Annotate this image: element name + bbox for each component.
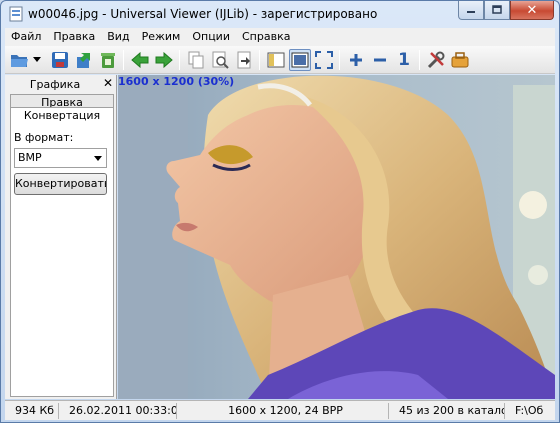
menu-help[interactable]: Справка bbox=[236, 28, 296, 46]
side-panel: Графика ✕ Правка Конвертация В формат: B… bbox=[5, 75, 117, 399]
app-icon bbox=[9, 6, 23, 22]
status-file-position: 45 из 200 в каталоге bbox=[395, 403, 505, 419]
close-icon: ✕ bbox=[526, 2, 538, 18]
tools-icon bbox=[427, 51, 445, 69]
save-button[interactable] bbox=[49, 49, 71, 71]
plugin-button[interactable] bbox=[449, 49, 471, 71]
menu-file[interactable]: Файл bbox=[5, 28, 47, 46]
fit-window-button[interactable] bbox=[289, 49, 311, 71]
zoom-in-button[interactable] bbox=[345, 49, 367, 71]
back-arrow-icon bbox=[131, 52, 149, 68]
convert-button[interactable]: Конвертировать... bbox=[14, 173, 107, 195]
chevron-down-icon bbox=[94, 156, 102, 161]
menu-options[interactable]: Опции bbox=[186, 28, 236, 46]
panel-toggle-button[interactable] bbox=[265, 49, 287, 71]
title-bar[interactable]: w00046.jpg - Universal Viewer (IJLib) - … bbox=[1, 1, 559, 27]
menu-view[interactable]: Вид bbox=[101, 28, 135, 46]
maximize-icon bbox=[492, 5, 502, 14]
tab-graphics[interactable]: Графика bbox=[10, 77, 100, 94]
maximize-button[interactable] bbox=[484, 1, 510, 20]
menu-bar: Файл Правка Вид Режим Опции Справка bbox=[5, 28, 555, 46]
toolbar-separator bbox=[123, 50, 124, 70]
print-preview-button[interactable] bbox=[209, 49, 231, 71]
forward-arrow-icon bbox=[155, 52, 173, 68]
reload-button[interactable] bbox=[73, 49, 95, 71]
panel-toggle-icon bbox=[267, 52, 285, 68]
tab-convert-label: Конвертация bbox=[23, 109, 101, 122]
tab-graphics-label: Графика bbox=[29, 78, 81, 91]
tools-button[interactable] bbox=[425, 49, 447, 71]
status-bar: 934 Кб 26.02.2011 00:33:07 1600 x 1200, … bbox=[5, 400, 555, 420]
fullscreen-icon bbox=[315, 51, 333, 69]
dropdown-arrow-icon bbox=[33, 57, 41, 62]
menu-edit[interactable]: Правка bbox=[47, 28, 101, 46]
open-dropdown-button[interactable] bbox=[31, 49, 43, 71]
app-window: w00046.jpg - Universal Viewer (IJLib) - … bbox=[0, 0, 560, 423]
copy-button[interactable] bbox=[185, 49, 207, 71]
convert-button-label: Конвертировать... bbox=[15, 177, 106, 190]
image-info-overlay: 1600 x 1200 (30%) bbox=[118, 75, 235, 88]
original-size-icon: 1 bbox=[398, 50, 410, 70]
export-icon bbox=[237, 51, 251, 69]
panel-close-button[interactable]: ✕ bbox=[102, 77, 114, 89]
image-viewer[interactable]: 1600 x 1200 (30%) bbox=[118, 75, 555, 399]
copy-icon bbox=[188, 51, 204, 69]
reload-icon bbox=[77, 53, 90, 68]
close-button[interactable]: ✕ bbox=[510, 1, 554, 20]
photo-image bbox=[118, 75, 555, 399]
save-icon bbox=[52, 52, 68, 68]
status-file-size: 934 Кб bbox=[11, 403, 59, 419]
close-icon: ✕ bbox=[102, 76, 114, 90]
back-button[interactable] bbox=[129, 49, 151, 71]
status-file-date: 26.02.2011 00:33:07 bbox=[65, 403, 177, 419]
toolbar-separator bbox=[339, 50, 340, 70]
print-preview-icon bbox=[212, 51, 229, 69]
status-path: F:\Об bbox=[515, 404, 544, 417]
toolbar: 1 bbox=[5, 46, 555, 74]
delete-icon bbox=[101, 53, 115, 68]
forward-button[interactable] bbox=[153, 49, 175, 71]
window-title: w00046.jpg - Universal Viewer (IJLib) - … bbox=[28, 7, 378, 21]
format-label: В формат: bbox=[14, 131, 74, 144]
fullscreen-button[interactable] bbox=[313, 49, 335, 71]
fit-window-icon bbox=[291, 52, 309, 68]
minimize-icon bbox=[467, 11, 475, 13]
menu-mode[interactable]: Режим bbox=[136, 28, 187, 46]
open-button[interactable] bbox=[9, 49, 31, 71]
toolbar-separator bbox=[179, 50, 180, 70]
original-size-button[interactable]: 1 bbox=[393, 49, 415, 71]
tab-convert[interactable]: Конвертация bbox=[10, 107, 114, 122]
status-dimensions: 1600 x 1200, 24 BPP bbox=[183, 403, 389, 419]
plugin-icon bbox=[451, 52, 469, 68]
minimize-button[interactable] bbox=[458, 1, 484, 20]
toolbar-separator bbox=[419, 50, 420, 70]
export-button[interactable] bbox=[233, 49, 255, 71]
zoom-out-button[interactable] bbox=[369, 49, 391, 71]
open-icon bbox=[11, 55, 28, 67]
format-select-value: BMP bbox=[18, 151, 42, 164]
zoom-out-icon bbox=[374, 58, 386, 62]
toolbar-separator bbox=[259, 50, 260, 70]
zoom-in-icon bbox=[350, 54, 362, 66]
format-select[interactable]: BMP bbox=[14, 148, 107, 168]
delete-button[interactable] bbox=[97, 49, 119, 71]
